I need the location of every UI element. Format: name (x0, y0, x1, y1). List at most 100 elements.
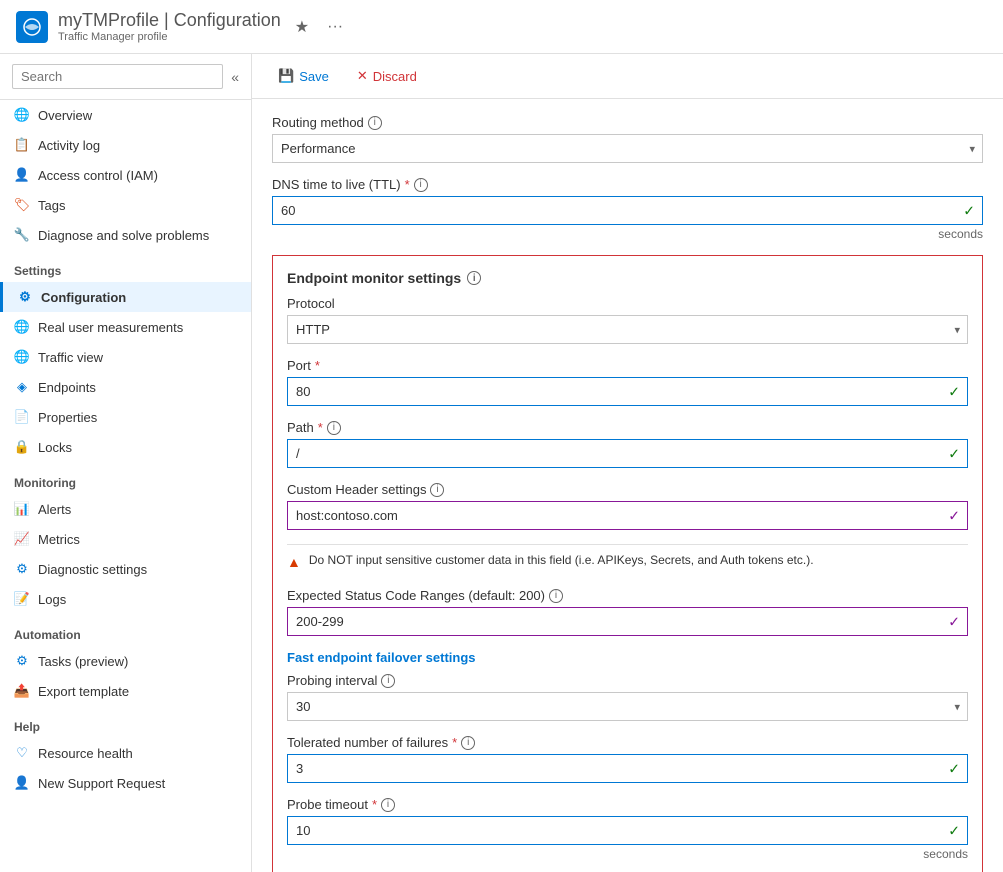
port-required: * (315, 358, 320, 373)
tasks-icon: ⚙ (14, 653, 30, 669)
routing-method-select[interactable]: Performance (272, 134, 983, 163)
automation-section-label: Automation (0, 614, 251, 646)
sidebar-item-real-user[interactable]: 🌐 Real user measurements (0, 312, 251, 342)
expected-status-field: Expected Status Code Ranges (default: 20… (287, 588, 968, 636)
subtitle: Traffic Manager profile (58, 31, 281, 43)
sidebar-label-access-control: Access control (IAM) (38, 168, 158, 183)
more-options-button[interactable]: ··· (323, 16, 347, 38)
sidebar-label-logs: Logs (38, 592, 66, 607)
config-icon: ⚙ (17, 289, 33, 305)
sidebar-label-diagnostic: Diagnostic settings (38, 562, 147, 577)
sidebar-label-endpoints: Endpoints (38, 380, 96, 395)
expected-status-info-icon[interactable]: i (549, 589, 563, 603)
port-field: Port * 80 ✓ (287, 358, 968, 406)
custom-header-field: Custom Header settings i host:contoso.co… (287, 482, 968, 530)
tolerated-failures-info-icon[interactable]: i (461, 736, 475, 750)
sidebar-item-traffic-view[interactable]: 🌐 Traffic view (0, 342, 251, 372)
path-select[interactable]: / (287, 439, 968, 468)
sidebar-label-diagnose: Diagnose and solve problems (38, 228, 209, 243)
sidebar-label-support: New Support Request (38, 776, 165, 791)
top-bar: myTMProfile | Configuration Traffic Mana… (0, 0, 1003, 54)
search-input[interactable] (12, 64, 223, 89)
custom-header-select[interactable]: host:contoso.com (287, 501, 968, 530)
routing-method-info-icon[interactable]: i (368, 116, 382, 130)
sidebar-item-endpoints[interactable]: ◈ Endpoints (0, 372, 251, 402)
path-label: Path (287, 420, 314, 435)
help-section-label: Help (0, 706, 251, 738)
probe-timeout-required: * (372, 797, 377, 812)
main-content: 💾 Save ✕ Discard Routing method i Perfor… (252, 54, 1003, 872)
probe-timeout-select[interactable]: 10 (287, 816, 968, 845)
sidebar-label-resource-health: Resource health (38, 746, 133, 761)
sidebar-item-activity-log[interactable]: 📋 Activity log (0, 130, 251, 160)
sidebar-label-metrics: Metrics (38, 532, 80, 547)
expected-status-label: Expected Status Code Ranges (default: 20… (287, 588, 545, 603)
sidebar-item-tasks[interactable]: ⚙ Tasks (preview) (0, 646, 251, 676)
sidebar-item-metrics[interactable]: 📈 Metrics (0, 524, 251, 554)
tolerated-failures-select[interactable]: 3 (287, 754, 968, 783)
probing-interval-field: Probing interval i 30 ▾ (287, 673, 968, 721)
probing-interval-label: Probing interval (287, 673, 377, 688)
sidebar-item-diagnose[interactable]: 🔧 Diagnose and solve problems (0, 220, 251, 250)
path-info-icon[interactable]: i (327, 421, 341, 435)
custom-header-info-icon[interactable]: i (430, 483, 444, 497)
export-icon: 📤 (14, 683, 30, 699)
sidebar-item-support[interactable]: 👤 New Support Request (0, 768, 251, 798)
collapse-button[interactable]: « (231, 69, 239, 85)
lock-icon: 🔒 (14, 439, 30, 455)
port-select[interactable]: 80 (287, 377, 968, 406)
tolerated-failures-label: Tolerated number of failures (287, 735, 448, 750)
sidebar-item-export[interactable]: 📤 Export template (0, 676, 251, 706)
endpoint-monitor-title: Endpoint monitor settings (287, 270, 461, 286)
probe-timeout-info-icon[interactable]: i (381, 798, 395, 812)
metrics-icon: 📈 (14, 531, 30, 547)
title-separator: | (164, 10, 174, 30)
dns-ttl-info-icon[interactable]: i (414, 178, 428, 192)
sidebar-item-tags[interactable]: 🏷 Tags (0, 190, 251, 220)
sidebar-label-locks: Locks (38, 440, 72, 455)
protocol-field: Protocol HTTP ▾ (287, 296, 968, 344)
globe-icon: 🌐 (14, 107, 30, 123)
wrench-icon: 🔧 (14, 227, 30, 243)
save-label: Save (299, 69, 329, 84)
sidebar-item-properties[interactable]: 📄 Properties (0, 402, 251, 432)
dns-ttl-label: DNS time to live (TTL) (272, 177, 401, 192)
sidebar-label-export: Export template (38, 684, 129, 699)
endpoint-monitor-section: Endpoint monitor settings i Protocol HTT… (272, 255, 983, 872)
sidebar-item-resource-health[interactable]: ♡ Resource health (0, 738, 251, 768)
sidebar-item-alerts[interactable]: 📊 Alerts (0, 494, 251, 524)
traffic-icon: 🌐 (14, 349, 30, 365)
save-button[interactable]: 💾 Save (272, 64, 335, 88)
page-title: Configuration (174, 10, 281, 30)
sidebar-item-logs[interactable]: 📝 Logs (0, 584, 251, 614)
heart-icon: ♡ (14, 745, 30, 761)
endpoint-monitor-info-icon[interactable]: i (467, 271, 481, 285)
sidebar-label-alerts: Alerts (38, 502, 71, 517)
app-name: myTMProfile (58, 10, 159, 30)
properties-icon: 📄 (14, 409, 30, 425)
expected-status-select[interactable]: 200-299 (287, 607, 968, 636)
sidebar-item-locks[interactable]: 🔒 Locks (0, 432, 251, 462)
discard-button[interactable]: ✕ Discard (351, 64, 423, 88)
dns-ttl-select[interactable]: 60 (272, 196, 983, 225)
sidebar-label-activity-log: Activity log (38, 138, 100, 153)
custom-header-label: Custom Header settings (287, 482, 426, 497)
routing-method-label: Routing method (272, 115, 364, 130)
dns-ttl-suffix: seconds (272, 227, 983, 241)
favorite-button[interactable]: ★ (291, 15, 313, 39)
protocol-select[interactable]: HTTP (287, 315, 968, 344)
probing-interval-info-icon[interactable]: i (381, 674, 395, 688)
sidebar-item-configuration[interactable]: ⚙ Configuration (0, 282, 251, 312)
support-icon: 👤 (14, 775, 30, 791)
sidebar-label-traffic-view: Traffic view (38, 350, 103, 365)
sidebar-item-overview[interactable]: 🌐 Overview (0, 100, 251, 130)
title-block: myTMProfile | Configuration Traffic Mana… (58, 10, 281, 43)
sidebar-item-access-control[interactable]: 👤 Access control (IAM) (0, 160, 251, 190)
sidebar-label-tags: Tags (38, 198, 65, 213)
path-field: Path * i / ✓ (287, 420, 968, 468)
endpoint-icon: ◈ (14, 379, 30, 395)
dns-ttl-field: DNS time to live (TTL) * i 60 ✓ seconds (272, 177, 983, 241)
sidebar-item-diagnostic[interactable]: ⚙ Diagnostic settings (0, 554, 251, 584)
tolerated-failures-required: * (452, 735, 457, 750)
probing-interval-select[interactable]: 30 (287, 692, 968, 721)
